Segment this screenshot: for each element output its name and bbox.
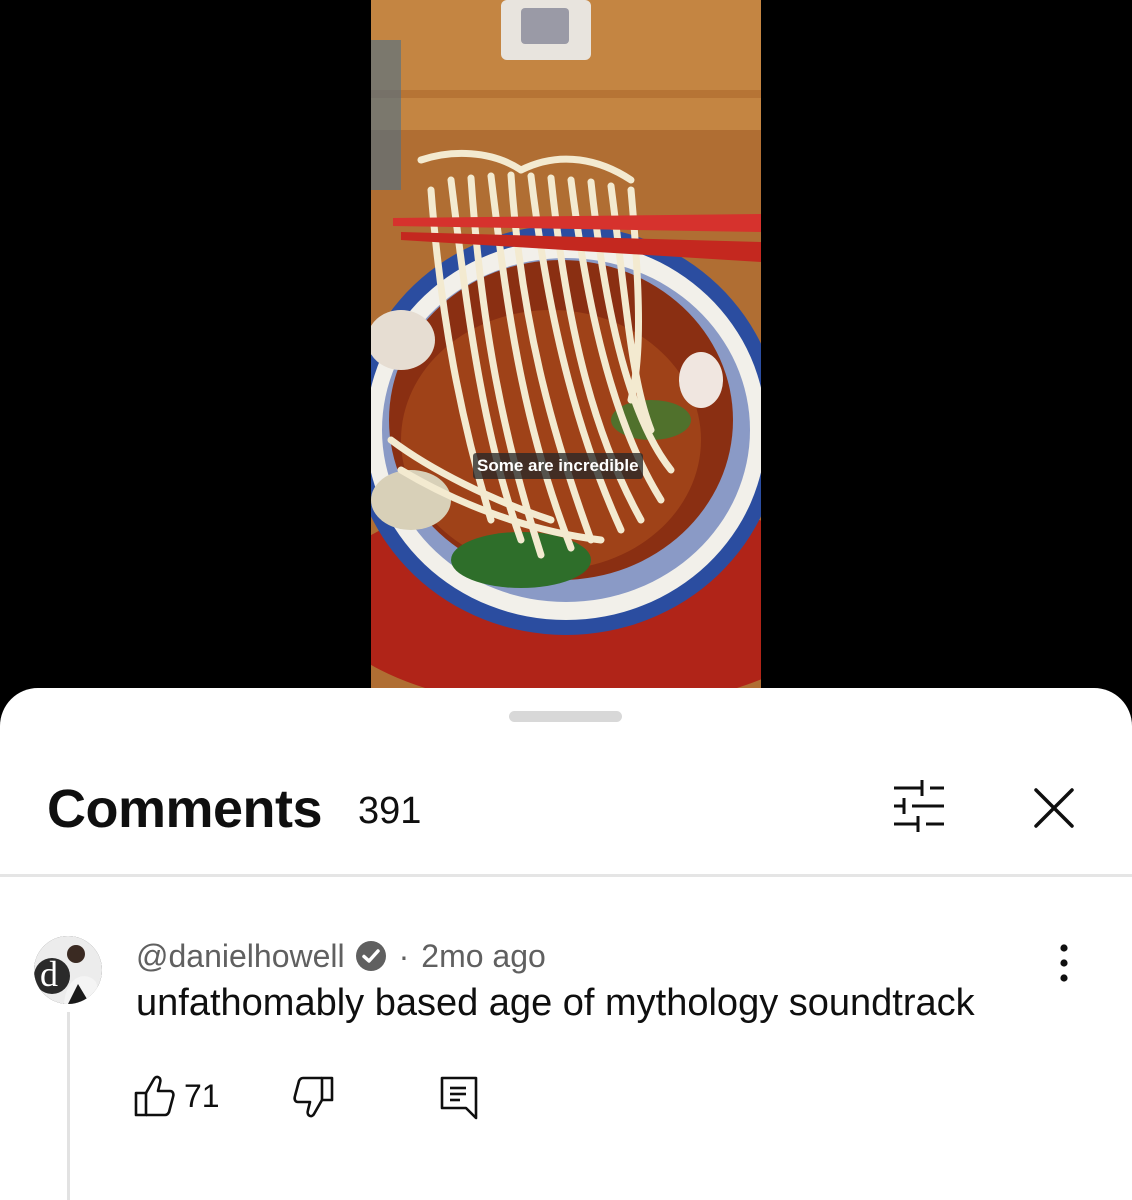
reply-comment-icon: [440, 1076, 478, 1120]
comment-meta: @danielhowell · 2mo ago: [136, 936, 546, 976]
comments-sheet: Comments 391 d @danielhowell · 2mo ago u…: [0, 688, 1132, 1200]
meta-separator: ·: [398, 937, 410, 974]
video-caption: Some are incredible: [473, 453, 643, 479]
like-count: 71: [184, 1077, 220, 1114]
comments-header: Comments 391: [0, 758, 1132, 876]
close-icon: [1034, 788, 1074, 828]
drag-handle[interactable]: [509, 711, 622, 722]
video-player[interactable]: Some are incredible: [0, 0, 1132, 700]
close-button[interactable]: [1024, 778, 1084, 838]
sliders-icon: [894, 780, 944, 832]
header-divider: [0, 874, 1132, 877]
reply-button[interactable]: [436, 1072, 482, 1122]
filter-button[interactable]: [884, 774, 954, 838]
video-frame-noodles[interactable]: [371, 0, 761, 690]
dislike-button[interactable]: [292, 1072, 338, 1122]
comments-count: 391: [358, 790, 422, 832]
comment-author[interactable]: @danielhowell: [136, 938, 345, 975]
avatar[interactable]: d: [34, 936, 102, 1004]
thumbs-down-icon: [293, 1076, 334, 1118]
svg-text:d: d: [40, 954, 58, 994]
comment-time: 2mo ago: [421, 937, 546, 974]
like-button[interactable]: 71: [130, 1068, 230, 1124]
avatar-image: d: [34, 936, 102, 1004]
noodle-bowl-image: [371, 0, 761, 690]
thumbs-up-icon: [134, 1075, 175, 1117]
verified-checkmark-icon: [355, 940, 387, 972]
more-options-button[interactable]: [1044, 938, 1084, 988]
more-vertical-icon: [1060, 944, 1068, 982]
comment-text: unfathomably based age of mythology soun…: [136, 982, 975, 1024]
comments-title: Comments: [47, 779, 323, 839]
thread-line: [67, 1012, 70, 1200]
comment-item: d @danielhowell · 2mo ago unfathomably b…: [0, 928, 1132, 1200]
